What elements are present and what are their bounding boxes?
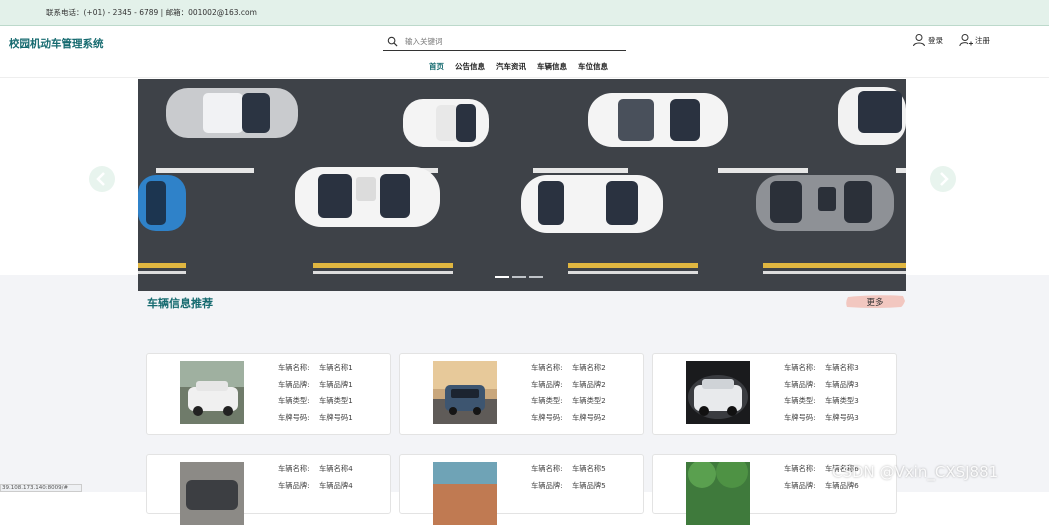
search-icon[interactable] bbox=[387, 36, 398, 47]
car-3 bbox=[588, 93, 728, 147]
main-nav: 首页 公告信息 汽车资讯 车辆信息 车位信息 bbox=[428, 61, 609, 72]
car-5 bbox=[138, 175, 186, 231]
site-header: 校园机动车管理系统 登录 注册 首页 公告信息 汽车资讯 车辆信息 车位信息 bbox=[0, 26, 1049, 78]
vehicle-card[interactable]: 车辆名称: 车辆名称4 车辆品牌: 车辆品牌4 bbox=[146, 454, 391, 525]
user-icon bbox=[913, 34, 925, 47]
vehicle-card[interactable]: 车辆名称: 车辆名称3 车辆品牌: 车辆品牌3 车辆类型: 车辆类型3 车牌号码: 车牌… bbox=[652, 353, 897, 435]
car-8 bbox=[756, 175, 894, 231]
top-contact-bar: 联系电话：(+01) - 2345 - 6789 | 邮箱：001002@163… bbox=[0, 0, 1049, 26]
register-label: 注册 bbox=[975, 35, 990, 45]
vehicle-card[interactable]: 车辆名称: 车辆名称2 车辆品牌: 车辆品牌2 车辆类型: 车辆类型2 车牌号码: 车牌… bbox=[399, 353, 644, 435]
vehicle-thumbnail bbox=[686, 361, 750, 424]
chevron-left-icon bbox=[96, 172, 105, 186]
vehicle-card[interactable]: 车辆名称: 车辆名称1 车辆品牌: 车辆品牌1 车辆类型: 车辆类型1 车牌号码: 车牌… bbox=[146, 353, 391, 435]
vehicle-info: 车辆名称: 车辆名称2 车辆品牌: 车辆品牌2 车辆类型: 车辆类型2 车牌号码: 车牌… bbox=[531, 363, 606, 422]
search-box bbox=[383, 33, 626, 51]
contact-info: 联系电话：(+01) - 2345 - 6789 | 邮箱：001002@163… bbox=[46, 8, 257, 17]
vehicle-info: 车辆名称: 车辆名称1 车辆品牌: 车辆品牌1 车辆类型: 车辆类型1 车牌号码: 车牌… bbox=[278, 363, 353, 422]
nav-item-parking-info[interactable]: 车位信息 bbox=[577, 61, 609, 72]
section-title: 车辆信息推荐 bbox=[147, 297, 213, 310]
chevron-right-icon bbox=[940, 172, 949, 186]
search-input[interactable] bbox=[405, 35, 615, 48]
car-7 bbox=[521, 175, 663, 233]
more-button[interactable]: 更多 bbox=[845, 294, 905, 309]
vehicle-thumbnail bbox=[180, 361, 244, 424]
vehicle-info: 车辆名称: 车辆名称4 车辆品牌: 车辆品牌4 bbox=[278, 464, 353, 490]
vehicle-thumbnail bbox=[686, 462, 750, 525]
car-6 bbox=[295, 167, 440, 227]
banner-image bbox=[138, 79, 906, 291]
banner-carousel[interactable] bbox=[138, 79, 906, 291]
vehicle-card[interactable]: 车辆名称: 车辆名称5 车辆品牌: 车辆品牌5 bbox=[399, 454, 644, 525]
nav-item-notices[interactable]: 公告信息 bbox=[454, 61, 486, 72]
site-logo-title[interactable]: 校园机动车管理系统 bbox=[9, 36, 104, 51]
carousel-prev-button[interactable] bbox=[89, 166, 115, 192]
login-label: 登录 bbox=[928, 35, 943, 45]
nav-item-home[interactable]: 首页 bbox=[428, 61, 445, 72]
vehicle-info: 车辆名称: 车辆名称3 车辆品牌: 车辆品牌3 车辆类型: 车辆类型3 车牌号码: 车牌… bbox=[784, 363, 859, 422]
vehicle-info: 车辆名称: 车辆名称5 车辆品牌: 车辆品牌5 bbox=[531, 464, 606, 490]
carousel-next-button[interactable] bbox=[930, 166, 956, 192]
vehicle-thumbnail bbox=[180, 462, 244, 525]
nav-item-vehicle-info[interactable]: 车辆信息 bbox=[536, 61, 568, 72]
register-link[interactable]: 注册 bbox=[959, 32, 990, 48]
car-4 bbox=[838, 87, 906, 145]
more-label: 更多 bbox=[866, 298, 884, 308]
vehicle-thumbnail bbox=[433, 462, 497, 525]
login-link[interactable]: 登录 bbox=[912, 32, 943, 48]
add-user-icon bbox=[959, 34, 973, 47]
status-bar-url: 39.108.173.140:8009/# bbox=[0, 484, 82, 492]
vehicle-thumbnail bbox=[433, 361, 497, 424]
car-2 bbox=[403, 99, 489, 147]
nav-item-car-news[interactable]: 汽车资讯 bbox=[495, 61, 527, 72]
car-1 bbox=[166, 88, 298, 138]
watermark: CSDN @Vxin_CXSJ881 bbox=[832, 463, 999, 481]
